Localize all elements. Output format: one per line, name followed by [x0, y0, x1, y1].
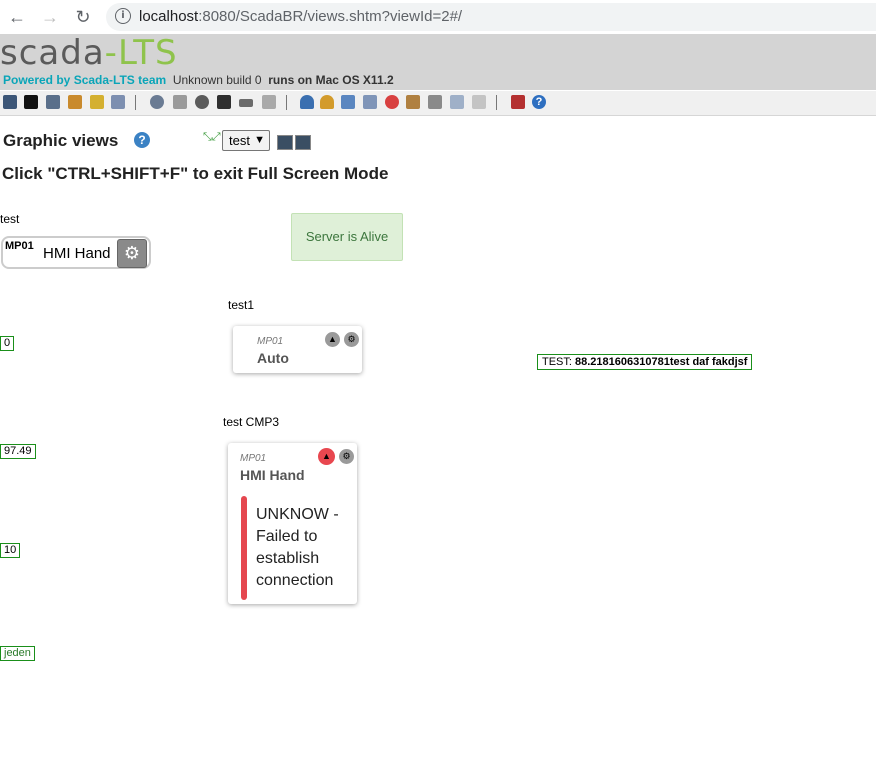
back-arrow-icon[interactable]: ← — [6, 6, 28, 28]
point-value: HMI Hand — [43, 245, 111, 262]
compound-events-icon[interactable] — [195, 95, 209, 109]
maintenance-icon[interactable] — [363, 95, 377, 109]
card-label: test CMP3 — [223, 415, 280, 429]
page-title: Graphic views — [3, 131, 119, 150]
events-icon[interactable] — [46, 95, 60, 109]
point-links-icon[interactable] — [217, 95, 231, 109]
point-code: MP01 — [257, 336, 284, 347]
fullscreen-icon[interactable]: ⤡⤢ — [203, 132, 221, 149]
configuration-icon[interactable] — [406, 95, 420, 109]
watch-list-icon[interactable] — [3, 95, 17, 109]
value-display: jeden — [0, 646, 35, 661]
error-indicator-bar — [241, 496, 247, 600]
url-host: localhost — [139, 8, 199, 25]
alarm-icon[interactable]: ▲ — [318, 448, 335, 465]
documentation-icon[interactable] — [472, 95, 486, 109]
point-code: MP01 — [5, 240, 34, 252]
point-hierarchy-icon[interactable] — [320, 95, 334, 109]
help-icon[interactable]: ? — [532, 95, 546, 109]
toggle-label: test — [0, 212, 20, 226]
chevron-down-icon: ▼ — [254, 134, 265, 146]
value-prefix: TEST: — [542, 356, 572, 368]
event-handlers-icon[interactable] — [90, 95, 104, 109]
hmi-toggle-widget[interactable]: MP01 HMI Hand ⚙ — [1, 236, 151, 269]
header-subline: Powered by Scada-LTS team Unknown build … — [3, 73, 394, 87]
test-value-display: TEST: 88.2181606310781test daf fakdjsf — [537, 354, 753, 370]
forward-arrow-icon[interactable]: → — [39, 6, 61, 28]
alarm-icon[interactable]: ▲ — [325, 332, 340, 347]
fullscreen-notice: Click "CTRL+SHIFT+F" to exit Full Screen… — [2, 164, 389, 183]
server-status-badge: Server is Alive — [291, 213, 403, 261]
mailing-lists-icon[interactable] — [341, 95, 355, 109]
reports-icon[interactable] — [68, 95, 82, 109]
build-info: Unknown build 0 — [172, 73, 262, 87]
value-display: 0 — [0, 336, 15, 351]
platform-info: runs on Mac OS X11.2 — [268, 73, 394, 87]
card-label: test1 — [228, 298, 255, 312]
reload-icon[interactable]: ↻ — [72, 6, 94, 28]
value-display: 97.49 — [0, 444, 36, 459]
edit-view-icon[interactable] — [277, 135, 293, 150]
user-profiles-icon[interactable] — [300, 95, 314, 109]
value-text: 88.2181606310781test daf fakdjsf — [575, 356, 748, 368]
gear-icon[interactable]: ⚙ — [344, 332, 359, 347]
toolbar-separator — [286, 95, 287, 110]
gears-icon[interactable]: ⚙ — [117, 239, 147, 268]
logout-icon[interactable] — [511, 95, 525, 109]
toolbar-separator — [135, 95, 136, 110]
url-text[interactable]: localhost:8080/ScadaBR/views.shtm?viewId… — [139, 8, 462, 25]
connection-error-message: UNKNOW - Failed to establish connection — [256, 506, 339, 589]
sql-icon[interactable] — [428, 95, 442, 109]
url-path: :8080/ScadaBR/views.shtm?viewId=2#/ — [198, 8, 463, 25]
gear-icon[interactable]: ⚙ — [339, 449, 354, 464]
state-card: MP01 Auto ▲ ⚙ — [233, 326, 362, 373]
scheduled-events-icon[interactable] — [173, 95, 187, 109]
users-icon[interactable] — [262, 95, 276, 109]
point-value: HMI Hand — [240, 467, 305, 483]
publishers-icon[interactable] — [150, 95, 164, 109]
import-export-icon[interactable] — [450, 95, 464, 109]
point-value: Auto — [257, 350, 289, 366]
data-sources-icon[interactable] — [111, 95, 125, 109]
system-settings-icon[interactable] — [385, 95, 399, 109]
scada-lts-logo: scada-LTS — [0, 33, 178, 73]
help-icon[interactable]: ? — [134, 132, 150, 148]
value-display: 10 — [0, 543, 21, 558]
view-select-value: test — [229, 133, 250, 148]
site-info-icon[interactable]: i — [115, 8, 131, 24]
view-select[interactable]: test ▼ — [222, 130, 270, 151]
toolbar-separator — [496, 95, 497, 110]
graphic-views-icon[interactable] — [24, 95, 38, 109]
add-view-icon[interactable] — [295, 135, 311, 150]
powered-by-link[interactable]: Powered by Scada-LTS team — [3, 73, 166, 87]
scripting-icon[interactable] — [239, 99, 253, 107]
point-code: MP01 — [240, 453, 267, 464]
